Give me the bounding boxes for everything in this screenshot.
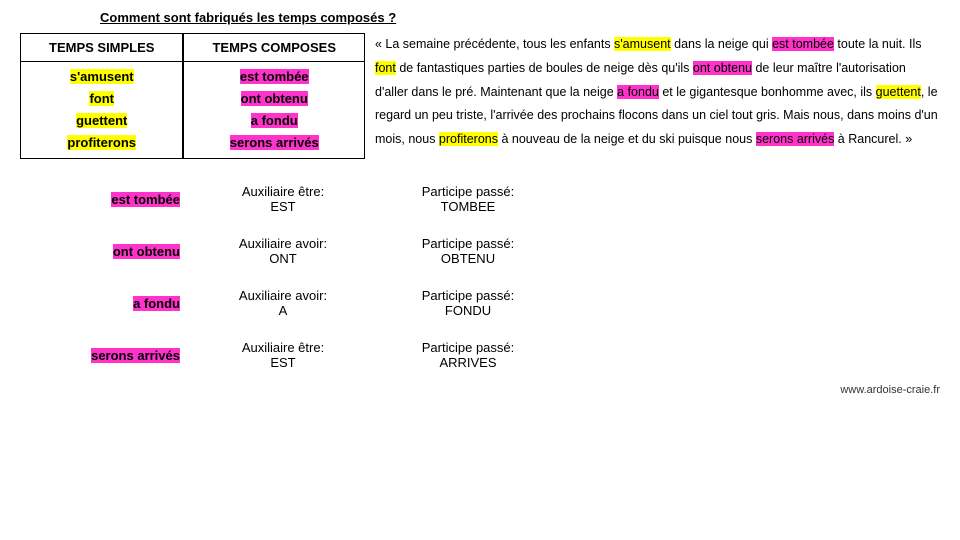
hl: profiterons — [439, 132, 498, 146]
txt: toute la nuit. Ils — [834, 37, 922, 51]
pp-label: Participe passé: — [422, 236, 515, 251]
hl: ont obtenu — [693, 61, 752, 75]
aux-value: EST — [270, 355, 295, 370]
table-simples: TEMPS SIMPLES s'amusent font guettent pr… — [20, 33, 183, 159]
breakdown-section: est tombée Auxiliaire être:EST Participe… — [20, 184, 940, 370]
breakdown-row: est tombée Auxiliaire être:EST Participe… — [20, 184, 940, 214]
hl: est tombée — [772, 37, 834, 51]
header-simples: TEMPS SIMPLES — [21, 34, 183, 62]
verb-label: serons arrivés — [91, 348, 180, 363]
txt: de fantastiques parties de boules de nei… — [396, 61, 693, 75]
pp-cell: Participe passé:ARRIVES — [368, 340, 568, 370]
pp-value: FONDU — [445, 303, 491, 318]
aux-value: ONT — [269, 251, 296, 266]
aux-label: Auxiliaire être: — [242, 340, 324, 355]
txt: dans la neige qui — [671, 37, 772, 51]
aux-label: Auxiliaire être: — [242, 184, 324, 199]
pp-value: TOMBEE — [441, 199, 496, 214]
breakdown-row: a fondu Auxiliaire avoir:A Participe pas… — [20, 288, 940, 318]
pp-cell: Participe passé:OBTENU — [368, 236, 568, 266]
simple-1: s'amusent — [70, 69, 134, 84]
example-paragraph: « La semaine précédente, tous les enfant… — [375, 33, 940, 152]
aux-cell: Auxiliaire être:EST — [198, 184, 368, 214]
aux-label: Auxiliaire avoir: — [239, 236, 327, 251]
hl: serons arrivés — [756, 132, 835, 146]
page-title: Comment sont fabriqués les temps composé… — [100, 10, 940, 25]
pp-label: Participe passé: — [422, 184, 515, 199]
aux-cell: Auxiliaire être:EST — [198, 340, 368, 370]
verb-label: est tombée — [111, 192, 180, 207]
cell-simples: s'amusent font guettent profiterons — [21, 62, 183, 159]
hl: s'amusent — [614, 37, 671, 51]
simple-4: profiterons — [67, 135, 136, 150]
verb-label: a fondu — [133, 296, 180, 311]
aux-cell: Auxiliaire avoir:ONT — [198, 236, 368, 266]
aux-label: Auxiliaire avoir: — [239, 288, 327, 303]
breakdown-row: ont obtenu Auxiliaire avoir:ONT Particip… — [20, 236, 940, 266]
aux-value: EST — [270, 199, 295, 214]
txt: et le gigantesque bonhomme avec, ils — [659, 85, 876, 99]
pp-cell: Participe passé:FONDU — [368, 288, 568, 318]
txt: à nouveau de la neige et du ski puisque … — [498, 132, 756, 146]
compose-4: serons arrivés — [230, 135, 319, 150]
table-composes: TEMPS COMPOSES est tombée ont obtenu a f… — [183, 33, 365, 159]
txt: à Rancurel. » — [834, 132, 912, 146]
header-composes: TEMPS COMPOSES — [184, 34, 365, 62]
hl: guettent — [876, 85, 921, 99]
footer-url: www.ardoise-craie.fr — [20, 384, 940, 396]
simple-3: guettent — [76, 113, 127, 128]
compose-2: ont obtenu — [241, 91, 308, 106]
compose-3: a fondu — [251, 113, 298, 128]
hl: font — [375, 61, 396, 75]
top-section: TEMPS SIMPLES s'amusent font guettent pr… — [20, 33, 940, 159]
pp-label: Participe passé: — [422, 340, 515, 355]
breakdown-row: serons arrivés Auxiliaire être:EST Parti… — [20, 340, 940, 370]
simple-2: font — [89, 91, 114, 106]
tables-wrapper: TEMPS SIMPLES s'amusent font guettent pr… — [20, 33, 365, 159]
pp-label: Participe passé: — [422, 288, 515, 303]
txt: « La semaine précédente, tous les enfant… — [375, 37, 614, 51]
verb-label: ont obtenu — [113, 244, 180, 259]
compose-1: est tombée — [240, 69, 309, 84]
aux-value: A — [279, 303, 288, 318]
aux-cell: Auxiliaire avoir:A — [198, 288, 368, 318]
pp-value: ARRIVES — [439, 355, 496, 370]
pp-value: OBTENU — [441, 251, 495, 266]
cell-composes: est tombée ont obtenu a fondu serons arr… — [184, 62, 365, 159]
hl: a fondu — [617, 85, 659, 99]
pp-cell: Participe passé:TOMBEE — [368, 184, 568, 214]
